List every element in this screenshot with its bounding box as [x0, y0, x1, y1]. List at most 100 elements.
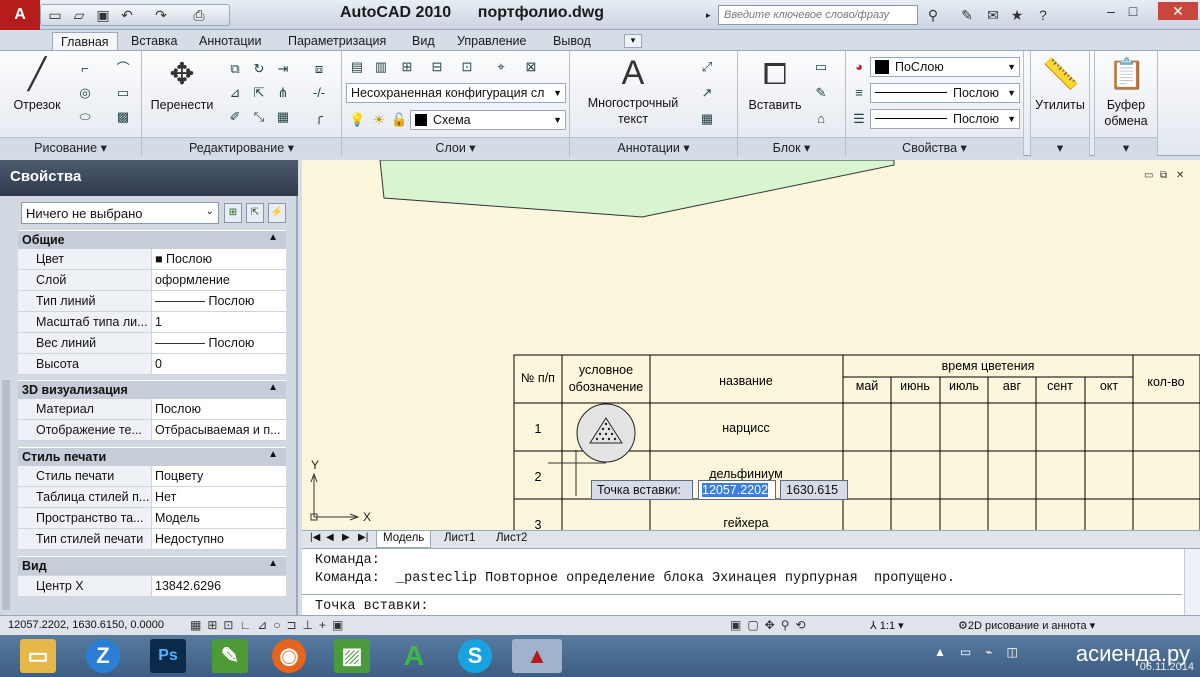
rectangle-icon[interactable]: ▭	[114, 83, 132, 101]
draw-panel-title[interactable]: Рисование ▾	[0, 137, 141, 157]
zona-icon[interactable]: Z	[86, 639, 120, 673]
viewport-minimize-icon[interactable]: ▭	[1144, 170, 1153, 181]
property-row[interactable]: Слой оформление	[18, 270, 286, 291]
new-file-icon[interactable]: ▭	[44, 5, 66, 25]
scale-icon[interactable]: ⤡	[250, 107, 268, 125]
lineweight-icon[interactable]: ☰	[850, 109, 868, 127]
search-input[interactable]	[718, 5, 918, 25]
toggle-pickadd-icon[interactable]: ⊞	[224, 203, 242, 223]
layer-match-icon[interactable]: ⊞	[398, 57, 416, 75]
tab-manage[interactable]: Управление	[449, 32, 535, 50]
property-row[interactable]: Масштаб типа ли... 1	[18, 312, 286, 333]
linetype-icon[interactable]: ≡	[850, 83, 868, 101]
palette-scrollbar[interactable]	[2, 380, 10, 610]
ellipse-icon[interactable]: ⬭	[76, 107, 94, 125]
linetype-dropdown[interactable]: Послою ▼	[870, 83, 1020, 103]
annotation-scale[interactable]: ⅄ 1:1 ▾	[870, 619, 904, 632]
undo-icon[interactable]: ↶	[116, 5, 138, 25]
help-icon[interactable]: ?	[1032, 5, 1054, 25]
quick-select-icon[interactable]: ⚡	[268, 203, 286, 223]
property-row[interactable]: Цвет ■ Послою	[18, 249, 286, 270]
trim-icon[interactable]: ⇥	[274, 59, 292, 77]
move-button[interactable]: ✥ Перенести	[146, 57, 218, 113]
match-properties-icon[interactable]: ◕	[850, 57, 868, 75]
autocad-taskbar-icon[interactable]: ▲	[512, 639, 562, 673]
selection-dropdown[interactable]: Ничего не выбрано ⌄	[21, 202, 219, 224]
favorites-star-icon[interactable]: ★	[1006, 5, 1028, 25]
insert-block-button[interactable]: ⧠ Вставить	[742, 57, 808, 113]
color-dropdown[interactable]: ПоСлою ▼	[870, 57, 1020, 77]
layer-lock-icon[interactable]: ⊠	[522, 57, 540, 75]
tab-view[interactable]: Вид	[404, 32, 443, 50]
polyline-icon[interactable]: ⌐	[76, 59, 94, 77]
property-row[interactable]: Тип стилей печати Недоступно	[18, 529, 286, 550]
section-general[interactable]: Общие ▲	[18, 230, 286, 249]
array-icon[interactable]: ▦	[274, 107, 292, 125]
command-scrollbar[interactable]	[1184, 549, 1200, 616]
layer-freeze-icon[interactable]: ⌖	[492, 57, 510, 75]
coordinates-readout[interactable]: 12057.2202, 1630.6150, 0.0000	[8, 619, 164, 631]
layers-panel-title[interactable]: Слои ▾	[342, 137, 569, 157]
tray-icons[interactable]: ▲▭⌁◫	[934, 645, 1032, 659]
fillet-icon[interactable]: ╭	[310, 107, 328, 125]
dynamic-input-y[interactable]: 1630.615	[780, 480, 848, 500]
create-block-icon[interactable]: ▭	[812, 57, 830, 75]
tray-date[interactable]: 06.11.2014	[1140, 661, 1194, 673]
tab-last-icon[interactable]: ▶|	[352, 531, 374, 548]
notepad-icon[interactable]: ✎	[212, 639, 248, 673]
binoculars-icon[interactable]: ⚲	[922, 5, 944, 25]
drawing-canvas[interactable]: № п/п условное обозначение название врем…	[302, 160, 1200, 530]
image-viewer-icon[interactable]: ▨	[334, 639, 370, 673]
viewport-restore-icon[interactable]: ⧉	[1160, 170, 1167, 181]
offset-icon[interactable]: ⧈	[310, 59, 328, 77]
tab-layout1[interactable]: Лист1	[438, 531, 481, 548]
tab-insert[interactable]: Вставка	[123, 32, 185, 50]
rotate-icon[interactable]: ↻	[250, 59, 268, 77]
dynamic-input-x[interactable]: 12057.2202	[698, 480, 776, 500]
break-icon[interactable]: -/-	[310, 83, 328, 101]
tab-home[interactable]: Главная	[52, 32, 118, 50]
properties-panel-title[interactable]: Свойства ▾	[846, 137, 1023, 157]
dimension-icon[interactable]: ⤢	[698, 57, 716, 75]
save-icon[interactable]: ▣	[92, 5, 114, 25]
lock-icon[interactable]: 🔓	[390, 110, 408, 128]
section-plot-style[interactable]: Стиль печати ▲	[18, 447, 286, 466]
layer-off-icon[interactable]: ⊡	[458, 57, 476, 75]
property-row[interactable]: Материал Послою	[18, 399, 286, 420]
modify-panel-title[interactable]: Редактирование ▾	[142, 137, 341, 157]
property-row[interactable]: Стиль печати Поцвету	[18, 466, 286, 487]
skype-icon[interactable]: S	[458, 639, 492, 673]
sun-icon[interactable]: ☀	[370, 110, 388, 128]
select-objects-icon[interactable]: ⇱	[246, 203, 264, 223]
section-view[interactable]: Вид ▲	[18, 556, 286, 575]
layer-state-dropdown[interactable]: Несохраненная конфигурация сл ▼	[346, 83, 566, 103]
close-button[interactable]: ✕	[1158, 2, 1198, 20]
navigation-icons[interactable]: ▣▢✥⚲⟲	[730, 618, 812, 632]
annotation-panel-title[interactable]: Аннотации ▾	[570, 137, 737, 157]
file-explorer-icon[interactable]: ▭	[20, 639, 56, 673]
clipboard-expand[interactable]: ▾	[1095, 137, 1157, 157]
property-row[interactable]: Пространство та... Модель	[18, 508, 286, 529]
firefox-icon[interactable]: ◉	[272, 639, 306, 673]
search-expand-icon[interactable]: ▸	[706, 5, 716, 25]
mirror-line-icon[interactable]: ⋔	[274, 83, 292, 101]
circle-icon[interactable]: ◎	[76, 83, 94, 101]
ribbon-minimize-icon[interactable]: ▾	[624, 34, 642, 48]
tools-icon[interactable]: ✎	[956, 5, 978, 25]
viewport-close-icon[interactable]: ✕	[1176, 170, 1184, 181]
arc-icon[interactable]: ⌒	[114, 59, 132, 77]
tab-layout2[interactable]: Лист2	[490, 531, 533, 548]
drafting-toggles[interactable]: ▦⊞⊡∟⊿○⊐⊥+▣	[190, 618, 349, 632]
utilities-expand[interactable]: ▾	[1031, 137, 1089, 157]
property-row[interactable]: Высота 0	[18, 354, 286, 375]
layer-properties-icon[interactable]: ▤	[348, 57, 366, 75]
clipboard-button[interactable]: 📋 Буфер обмена	[1095, 57, 1157, 129]
edit-block-icon[interactable]: ✎	[812, 83, 830, 101]
mtext-button[interactable]: A Многострочный текст	[576, 55, 690, 127]
layer-dropdown[interactable]: Схема ▼	[410, 110, 566, 130]
autocad-alt-icon[interactable]: A	[396, 639, 432, 673]
workspace-switcher[interactable]: ⚙2D рисование и аннота ▾	[958, 619, 1095, 632]
plot-icon[interactable]: ⎙	[188, 5, 210, 25]
erase-icon[interactable]: ✐	[226, 107, 244, 125]
property-row[interactable]: Таблица стилей п... Нет	[18, 487, 286, 508]
